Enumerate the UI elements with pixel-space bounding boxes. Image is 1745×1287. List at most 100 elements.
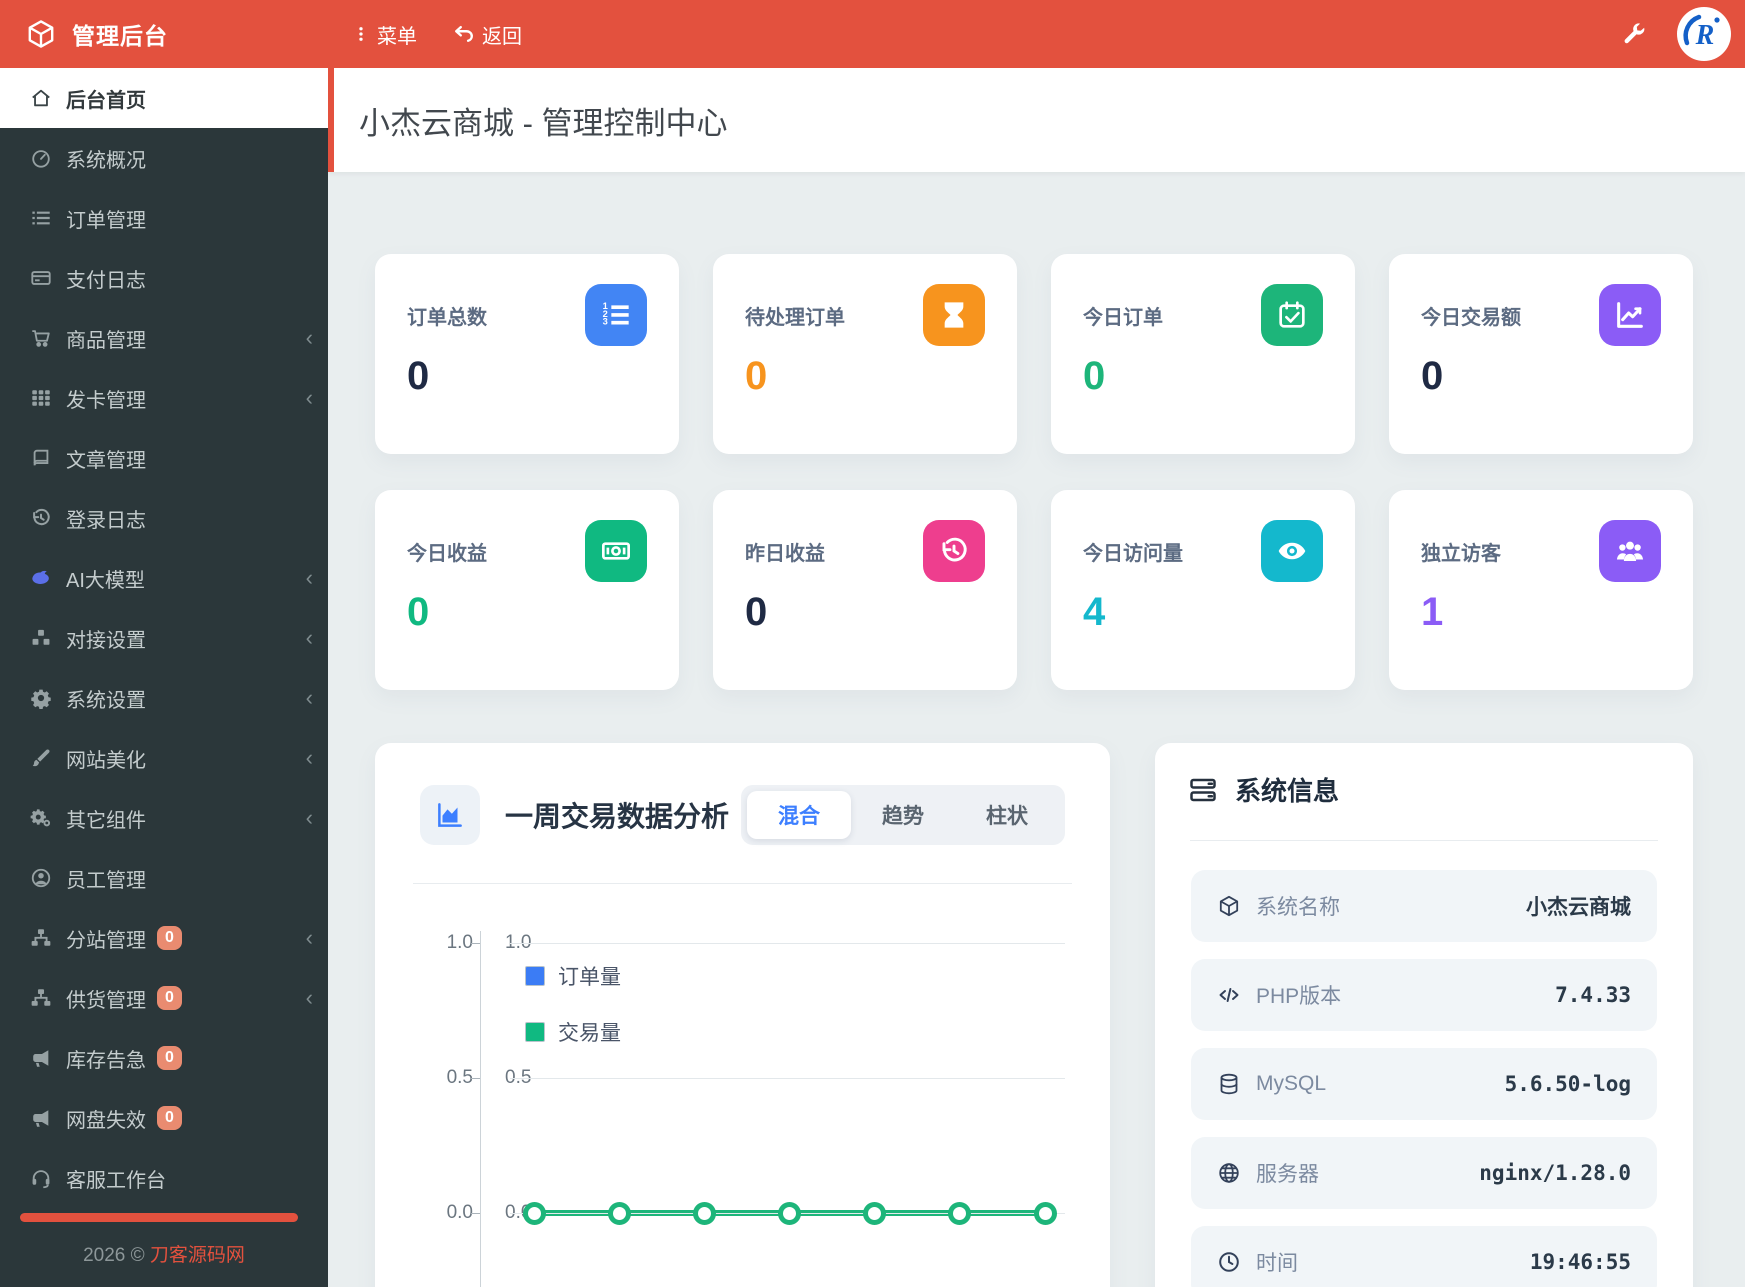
sidebar-item-员工管理[interactable]: 员工管理 [0, 848, 328, 908]
calendar-check-icon [1261, 284, 1323, 346]
stat-label: 昨日收益 [745, 542, 825, 565]
stat-card-订单总数: 订单总数 1 2 3 0 [375, 254, 679, 454]
svg-text:3: 3 [603, 317, 608, 327]
chevron-left-icon: ‹ [305, 565, 313, 590]
gears-icon [29, 806, 53, 830]
count-badge: 0 [157, 926, 182, 950]
count-badge: 0 [157, 986, 182, 1010]
sidebar-item-label: 文章管理 [66, 449, 146, 472]
gear-icon [29, 686, 53, 710]
data-point-marker [607, 1201, 631, 1225]
sidebar-item-对接设置[interactable]: 对接设置 ‹ [0, 608, 328, 668]
sidebar-item-label: 网站美化 [66, 749, 146, 772]
sidebar-item-网站美化[interactable]: 网站美化 ‹ [0, 728, 328, 788]
divider [1190, 840, 1658, 841]
stat-label: 独立访客 [1421, 542, 1501, 565]
back-button[interactable]: 返回 [453, 20, 522, 49]
sidebar-item-供货管理[interactable]: 供货管理 0 ‹ [0, 968, 328, 1028]
sidebar-item-label: 系统概况 [66, 149, 146, 172]
sidebar-item-订单管理[interactable]: 订单管理 [0, 188, 328, 248]
system-info-value: 5.6.50-log [1504, 1072, 1631, 1096]
system-info-header: 系统信息 [1188, 771, 1339, 808]
menu-button[interactable]: 菜单 [352, 20, 417, 49]
sidebar-item-登录日志[interactable]: 登录日志 [0, 488, 328, 548]
legend-item-交易量[interactable]: 交易量 [525, 1017, 621, 1047]
sidebar-item-其它组件[interactable]: 其它组件 ‹ [0, 788, 328, 848]
cart-icon [29, 326, 53, 350]
stat-card-昨日收益: 昨日收益 0 [713, 490, 1017, 690]
sidebar-item-支付日志[interactable]: 支付日志 [0, 248, 328, 308]
chart-tab-group: 混合 趋势 柱状 [741, 785, 1065, 845]
stat-card-今日收益: 今日收益 0 [375, 490, 679, 690]
cubes-icon [29, 626, 53, 650]
sidebar-item-label: 登录日志 [66, 509, 146, 532]
chart-tab-趋势[interactable]: 趋势 [851, 791, 955, 839]
hourglass-icon [923, 284, 985, 346]
system-info-card: 系统信息 系统名称 小杰云商城 PHP版本 7.4.33 MySQL 5.6.50-log… [1155, 743, 1693, 1287]
stat-label: 待处理订单 [745, 306, 845, 329]
chart-tab-混合[interactable]: 混合 [747, 791, 851, 839]
sidebar-item-AI大模型[interactable]: AI大模型 ‹ [0, 548, 328, 608]
system-info-row-MySQL: MySQL 5.6.50-log [1191, 1048, 1657, 1120]
sidebar-item-分站管理[interactable]: 分站管理 0 ‹ [0, 908, 328, 968]
sidebar-item-label: 订单管理 [66, 209, 146, 232]
sidebar-item-label: 网盘失效 [66, 1109, 146, 1132]
stat-value: 0 [1083, 354, 1106, 398]
bullhorn-icon [29, 1106, 53, 1130]
system-info-label: MySQL [1256, 1072, 1327, 1095]
legend-label: 交易量 [558, 1022, 621, 1045]
sidebar-item-label: 库存告急 [66, 1049, 146, 1072]
sidebar-item-库存告急[interactable]: 库存告急 0 [0, 1028, 328, 1088]
footer-link[interactable]: 刀客源码网 [150, 1245, 245, 1266]
user-avatar[interactable]: R [1677, 7, 1731, 61]
chart-tab-柱状[interactable]: 柱状 [955, 791, 1059, 839]
sidebar-item-商品管理[interactable]: 商品管理 ‹ [0, 308, 328, 368]
stat-value: 0 [407, 590, 430, 634]
chart-header: 一周交易数据分析 混合 趋势 柱状 [420, 785, 1065, 845]
back-label: 返回 [482, 25, 522, 48]
system-info-row-PHP版本: PHP版本 7.4.33 [1191, 959, 1657, 1031]
content: 订单总数 1 2 3 0 待处理订单 0 今日订单 0 今日交易额 0 今日收益 0 昨日收益 0 今日访问量… [328, 254, 1745, 1287]
stat-value: 4 [1083, 590, 1106, 634]
system-info-label: 服务器 [1256, 1163, 1319, 1186]
system-info-row-时间: 时间 19:46:55 [1191, 1226, 1657, 1287]
axis-tick [471, 1078, 480, 1079]
sitemap-icon [29, 926, 53, 950]
sidebar-item-label: 对接设置 [66, 629, 146, 652]
sidebar-item-系统设置[interactable]: 系统设置 ‹ [0, 668, 328, 728]
chevron-left-icon: ‹ [305, 685, 313, 710]
system-info-value: 19:46:55 [1529, 1250, 1631, 1274]
system-info-title: 系统信息 [1235, 776, 1340, 806]
legend-swatch [525, 966, 545, 986]
system-info-row-服务器: 服务器 nginx/1.28.0 [1191, 1137, 1657, 1209]
sidebar-item-label: 员工管理 [66, 869, 146, 892]
credit-card-icon [29, 266, 53, 290]
sidebar-item-label: 系统设置 [66, 689, 146, 712]
sidebar-item-后台首页[interactable]: 后台首页 [0, 68, 328, 128]
legend-label: 订单量 [558, 966, 621, 989]
system-info-rows: 系统名称 小杰云商城 PHP版本 7.4.33 MySQL 5.6.50-log 服务器 ng… [1191, 870, 1657, 1287]
y-axis-line [480, 931, 481, 1287]
sidebar-item-系统概况[interactable]: 系统概况 [0, 128, 328, 188]
stat-card-今日订单: 今日订单 0 [1051, 254, 1355, 454]
user-circle-icon [29, 866, 53, 890]
sitemap-icon [29, 986, 53, 1010]
stat-label: 今日收益 [407, 542, 487, 565]
sidebar-item-label: 其它组件 [66, 809, 146, 832]
wrench-icon[interactable] [1621, 21, 1647, 47]
sidebar-item-网盘失效[interactable]: 网盘失效 0 [0, 1088, 328, 1148]
sidebar-scrollbar[interactable] [20, 1213, 298, 1222]
code-icon [1217, 983, 1241, 1007]
eye-icon [1261, 520, 1323, 582]
system-info-label: PHP版本 [1256, 985, 1342, 1008]
legend-item-订单量[interactable]: 订单量 [525, 961, 621, 991]
money-icon [585, 520, 647, 582]
sidebar-item-发卡管理[interactable]: 发卡管理 ‹ [0, 368, 328, 428]
main-area: 小杰云商城 - 管理控制中心 订单总数 1 2 3 0 待处理订单 0 今日订单 0 今日交易额 0… [328, 68, 1745, 1287]
stat-card-独立访客: 独立访客 1 [1389, 490, 1693, 690]
bottom-row: 一周交易数据分析 混合 趋势 柱状 订单量 交易量 1.0 1.0 0.5 0.5 0.0 0.… [375, 743, 1693, 1287]
footer-year: 2026 © [83, 1245, 145, 1266]
sidebar-item-文章管理[interactable]: 文章管理 [0, 428, 328, 488]
sidebar-item-客服工作台[interactable]: 客服工作台 [0, 1148, 328, 1208]
y-axis-tick-label: 0.5 [446, 1067, 473, 1088]
